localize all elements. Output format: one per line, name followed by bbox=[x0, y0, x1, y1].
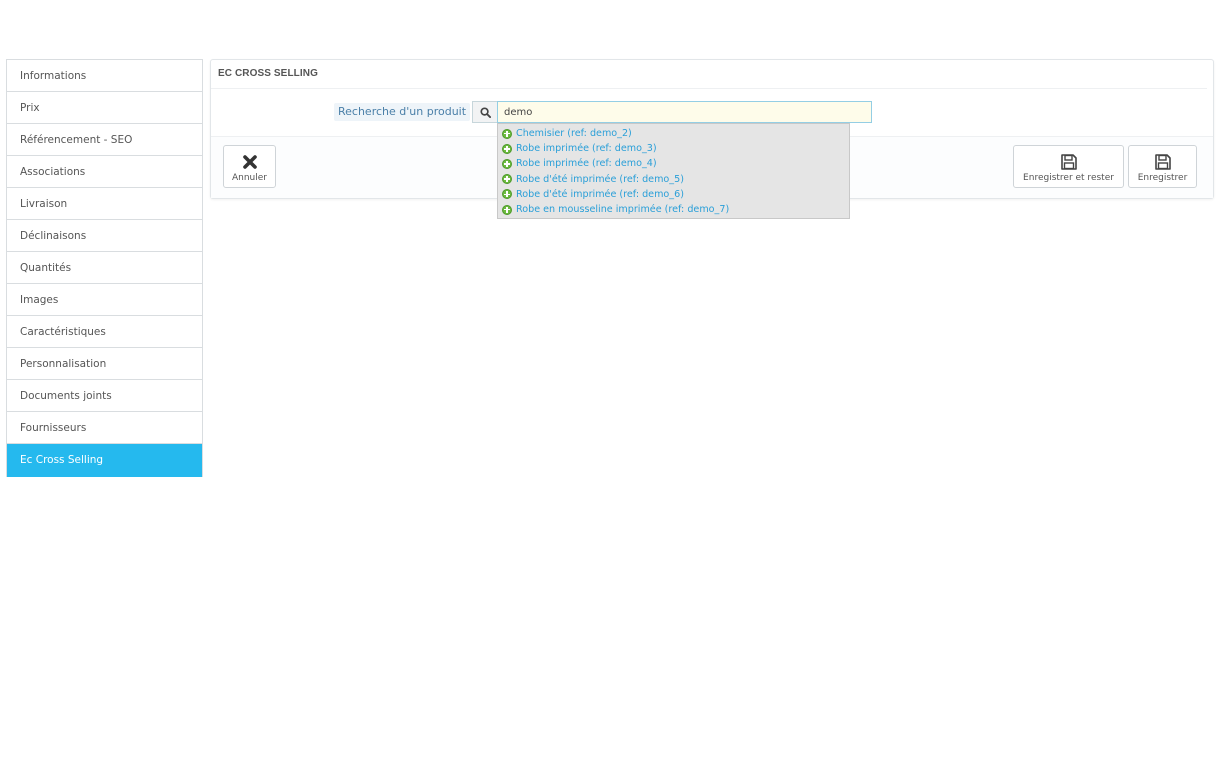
search-label: Recherche d'un produit bbox=[334, 103, 471, 121]
suggestion-item[interactable]: Robe imprimée (ref: demo_4) bbox=[498, 156, 849, 171]
sidebar-item-associations[interactable]: Associations bbox=[7, 156, 202, 188]
floppy-disk-icon bbox=[1154, 151, 1172, 173]
autocomplete-dropdown: Chemisier (ref: demo_2) Robe imprimée (r… bbox=[497, 123, 850, 219]
search-icon bbox=[472, 101, 497, 123]
sidebar-item-quantites[interactable]: Quantités bbox=[7, 252, 202, 284]
suggestion-label: Chemisier (ref: demo_2) bbox=[516, 128, 632, 140]
add-icon bbox=[502, 174, 512, 185]
sidebar-item-informations[interactable]: Informations bbox=[7, 60, 202, 92]
save-button[interactable]: Enregistrer bbox=[1128, 145, 1197, 188]
floppy-disk-icon bbox=[1060, 151, 1078, 173]
suggestion-item[interactable]: Robe imprimée (ref: demo_3) bbox=[498, 141, 849, 156]
save-button-label: Enregistrer bbox=[1137, 172, 1188, 183]
sidebar-item-seo[interactable]: Référencement - SEO bbox=[7, 124, 202, 156]
add-icon bbox=[502, 158, 512, 169]
add-icon bbox=[502, 189, 512, 200]
product-search-input[interactable] bbox=[497, 101, 872, 123]
suggestion-label: Robe imprimée (ref: demo_3) bbox=[516, 143, 657, 155]
sidebar-item-declinaisons[interactable]: Déclinaisons bbox=[7, 220, 202, 252]
suggestion-item[interactable]: Robe d'été imprimée (ref: demo_6) bbox=[498, 187, 849, 202]
save-and-stay-button[interactable]: Enregistrer et rester bbox=[1013, 145, 1124, 188]
product-tabs-sidebar: Informations Prix Référencement - SEO As… bbox=[6, 59, 203, 477]
panel-title: EC CROSS SELLING bbox=[211, 60, 1207, 89]
suggestion-label: Robe d'été imprimée (ref: demo_5) bbox=[516, 173, 684, 185]
sidebar-item-livraison[interactable]: Livraison bbox=[7, 188, 202, 220]
add-icon bbox=[502, 128, 512, 139]
sidebar-item-caracteristiques[interactable]: Caractéristiques bbox=[7, 316, 202, 348]
sidebar-item-images[interactable]: Images bbox=[7, 284, 202, 316]
suggestion-label: Robe en mousseline imprimée (ref: demo_7… bbox=[516, 204, 730, 216]
sidebar-item-fournisseurs[interactable]: Fournisseurs bbox=[7, 412, 202, 444]
cancel-button[interactable]: Annuler bbox=[223, 145, 276, 188]
add-icon bbox=[502, 204, 512, 215]
sidebar-item-documents-joints[interactable]: Documents joints bbox=[7, 380, 202, 412]
close-icon bbox=[242, 151, 258, 173]
suggestion-item[interactable]: Robe d'été imprimée (ref: demo_5) bbox=[498, 172, 849, 187]
cancel-button-label: Annuler bbox=[231, 172, 267, 183]
add-icon bbox=[502, 143, 512, 154]
sidebar-item-personnalisation[interactable]: Personnalisation bbox=[7, 348, 202, 380]
suggestion-item[interactable]: Robe en mousseline imprimée (ref: demo_7… bbox=[498, 202, 849, 217]
suggestion-item[interactable]: Chemisier (ref: demo_2) bbox=[498, 126, 849, 141]
suggestion-label: Robe d'été imprimée (ref: demo_6) bbox=[516, 188, 684, 200]
sidebar-item-prix[interactable]: Prix bbox=[7, 92, 202, 124]
save-and-stay-label: Enregistrer et rester bbox=[1023, 172, 1114, 183]
suggestion-label: Robe imprimée (ref: demo_4) bbox=[516, 158, 657, 170]
sidebar-item-ec-cross-selling[interactable]: Ec Cross Selling bbox=[7, 444, 202, 477]
